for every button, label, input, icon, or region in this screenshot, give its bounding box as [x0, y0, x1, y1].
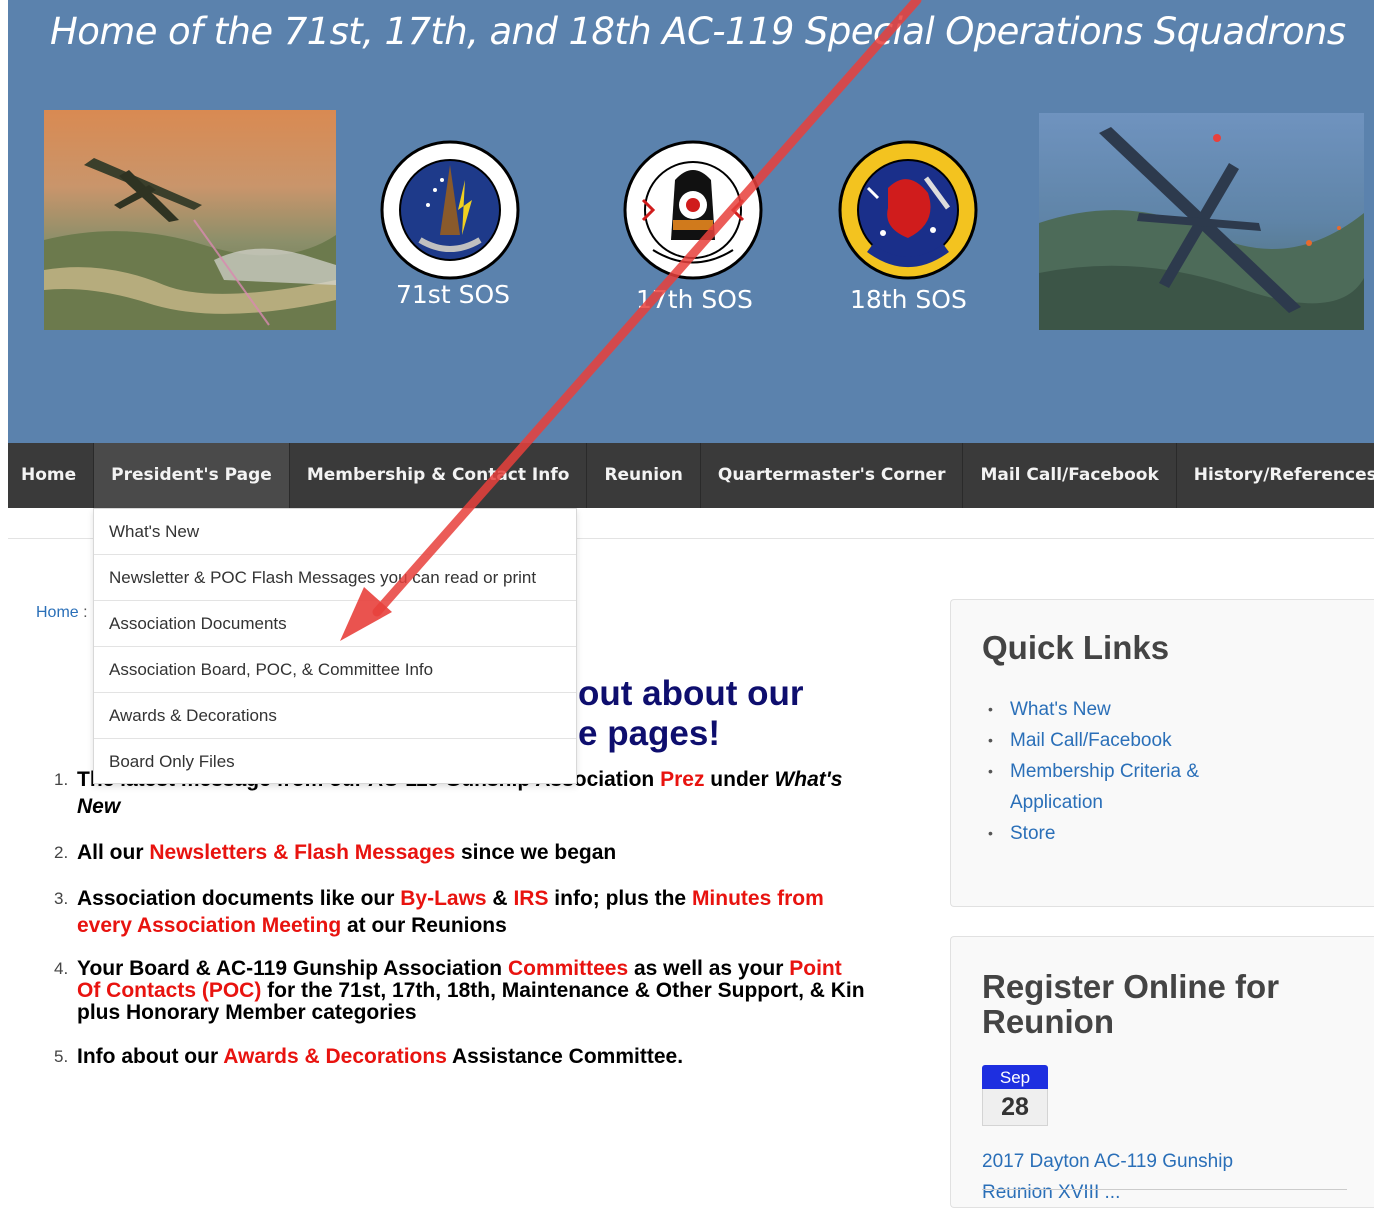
quick-link-store[interactable]: Store [988, 818, 1270, 849]
feature-list: 1. The latest message from our AC-119 Gu… [36, 766, 866, 1089]
event-link[interactable]: 2017 Dayton AC-119 Gunship Reunion XVIII… [982, 1146, 1282, 1208]
list-text: Assistance Committee. [446, 1045, 684, 1068]
nav-quartermasters-corner[interactable]: Quartermaster's Corner [701, 443, 964, 508]
dropdown-item-newsletter-poc-flash[interactable]: Newsletter & POC Flash Messages you can … [94, 555, 576, 601]
prez-link[interactable]: Prez [660, 768, 704, 791]
list-text: at our Reunions [341, 914, 507, 937]
register-online-widget: Register Online for Reunion Sep 28 2017 … [950, 936, 1374, 1208]
17th-sos-label: 17th SOS [636, 285, 753, 314]
list-number: 1. [54, 770, 69, 789]
committees-link[interactable]: Committees [508, 957, 628, 980]
quick-links-widget: Quick Links What's New Mail Call/Faceboo… [950, 599, 1374, 907]
dropdown-item-board-only-files[interactable]: Board Only Files [94, 739, 576, 783]
18th-sos-patch [838, 138, 978, 285]
71st-sos-patch [380, 140, 520, 285]
quick-links-title: Quick Links [982, 629, 1170, 666]
gunship-painting-left [44, 110, 336, 330]
quick-link-whats-new[interactable]: What's New [988, 694, 1270, 725]
list-number: 4. [54, 959, 69, 978]
quick-link-mail-call[interactable]: Mail Call/Facebook [988, 725, 1270, 756]
nav-presidents-page[interactable]: President's Page [94, 443, 290, 508]
nav-mail-call-facebook[interactable]: Mail Call/Facebook [963, 443, 1177, 508]
gunship-painting-right [1039, 113, 1364, 330]
headline-line-1: out about our [578, 674, 804, 713]
site-title: Home of the 71st, 17th, and 18th AC-119 … [50, 10, 1346, 53]
list-text: Info about our [77, 1045, 224, 1068]
list-text: since we began [455, 841, 617, 864]
18th-sos-label: 18th SOS [850, 285, 967, 314]
awards-link[interactable]: Awards & Decorations [223, 1045, 447, 1068]
header-banner: Home of the 71st, 17th, and 18th AC-119 … [8, 0, 1374, 443]
quick-link-membership-criteria[interactable]: Membership Criteria & Application [988, 756, 1270, 818]
event-divider [982, 1189, 1347, 1190]
list-number: 2. [54, 843, 69, 862]
nav-reunion[interactable]: Reunion [587, 443, 701, 508]
breadcrumb-home-link[interactable]: Home [36, 604, 79, 621]
list-number: 3. [54, 889, 69, 908]
breadcrumb: Home : [36, 604, 88, 622]
list-text: & [486, 887, 514, 910]
nav-history-references[interactable]: History/References [1177, 443, 1374, 508]
dropdown-item-association-documents[interactable]: Association Documents [94, 601, 576, 647]
presidents-page-dropdown: What's New Newsletter & POC Flash Messag… [93, 508, 577, 784]
list-text: Association documents like our [77, 887, 401, 910]
list-number: 5. [54, 1047, 69, 1066]
list-text: info; plus the [548, 887, 692, 910]
71st-sos-label: 71st SOS [396, 280, 511, 309]
nav-membership-contact-info[interactable]: Membership & Contact Info [290, 443, 588, 508]
register-title: Register Online for Reunion [982, 968, 1280, 1040]
page-headline: out about our e pages! [578, 674, 804, 754]
quick-links-list: What's New Mail Call/Facebook Membership… [988, 694, 1270, 849]
list-item: 5. Info about our Awards & Decorations A… [36, 1043, 866, 1070]
list-text: Your Board & AC-119 Gunship Association [77, 957, 508, 980]
nav-home[interactable]: Home [8, 443, 95, 508]
list-text: under [704, 768, 775, 791]
breadcrumb-separator: : [83, 604, 88, 621]
headline-line-2: e pages! [578, 714, 720, 753]
event-day: 28 [982, 1089, 1048, 1126]
dropdown-item-association-board[interactable]: Association Board, POC, & Committee Info [94, 647, 576, 693]
list-item: 4. Your Board & AC-119 Gunship Associati… [36, 958, 866, 1024]
list-item: 3. Association documents like our By-Law… [36, 885, 866, 939]
main-nav: Home President's Page Membership & Conta… [8, 443, 1374, 508]
event-date-badge: Sep 28 [982, 1065, 1048, 1126]
event-month: Sep [982, 1065, 1048, 1089]
dropdown-item-whats-new[interactable]: What's New [94, 509, 576, 555]
bylaws-link[interactable]: By-Laws [400, 887, 486, 910]
list-text: All our [77, 841, 150, 864]
irs-link[interactable]: IRS [513, 887, 548, 910]
list-text: as well as your [628, 957, 790, 980]
17th-sos-patch [623, 140, 763, 285]
dropdown-item-awards-decorations[interactable]: Awards & Decorations [94, 693, 576, 739]
newsletters-link[interactable]: Newsletters & Flash Messages [149, 841, 455, 864]
list-item: 2. All our Newsletters & Flash Messages … [36, 839, 866, 866]
